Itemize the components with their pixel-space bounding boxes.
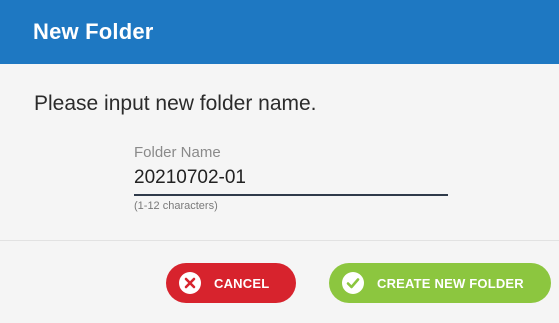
new-folder-dialog: New Folder Please input new folder name.… bbox=[0, 0, 559, 323]
check-icon bbox=[342, 272, 364, 294]
dialog-header: New Folder bbox=[0, 0, 559, 64]
cancel-button-label: CANCEL bbox=[214, 275, 270, 291]
dialog-body: Please input new folder name. Folder Nam… bbox=[0, 64, 559, 240]
create-new-folder-button-label: CREATE NEW FOLDER bbox=[377, 275, 524, 291]
dialog-title: New Folder bbox=[33, 19, 154, 44]
folder-name-input[interactable] bbox=[134, 165, 448, 196]
prompt-text: Please input new folder name. bbox=[34, 92, 317, 115]
dialog-footer: CANCEL CREATE NEW FOLDER bbox=[0, 241, 559, 323]
create-new-folder-button[interactable]: CREATE NEW FOLDER bbox=[329, 263, 551, 303]
folder-name-field: Folder Name (1-12 characters) bbox=[134, 144, 448, 212]
cancel-button[interactable]: CANCEL bbox=[166, 263, 296, 303]
close-icon bbox=[179, 272, 201, 294]
folder-name-hint: (1-12 characters) bbox=[134, 200, 218, 212]
folder-name-label: Folder Name bbox=[134, 144, 221, 161]
